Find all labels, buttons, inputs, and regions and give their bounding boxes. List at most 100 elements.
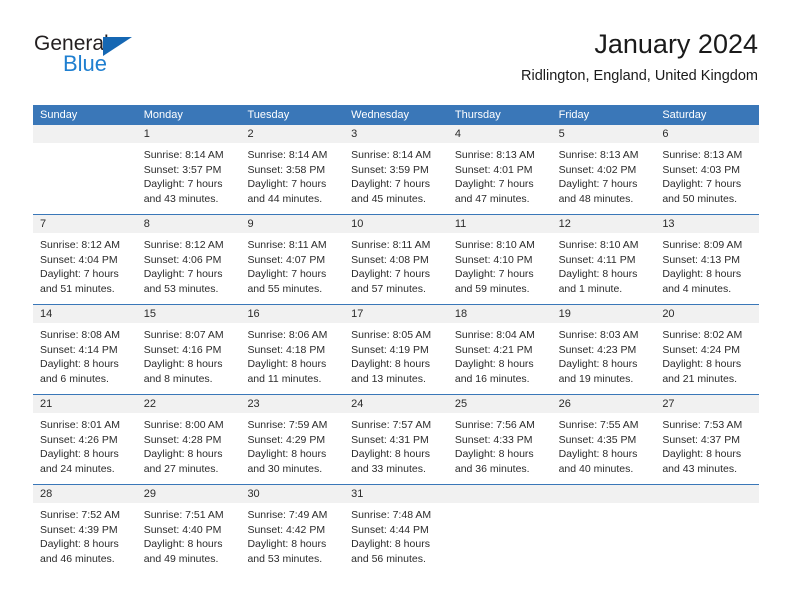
day-number-12[interactable]: 12 (552, 215, 656, 233)
day-number-28[interactable]: 28 (33, 485, 137, 503)
day-number-22[interactable]: 22 (137, 395, 241, 413)
sunset-text: Sunset: 3:58 PM (247, 163, 326, 176)
day-number-25[interactable]: 25 (448, 395, 552, 413)
daylight-text-cont: and 11 minutes. (247, 372, 322, 385)
day-cell-30[interactable]: Sunrise: 7:49 AM Sunset: 4:42 PM Daylight:… (240, 503, 344, 574)
daylight-text-cont: and 43 minutes. (662, 462, 738, 475)
general-blue-logo[interactable]: General Blue (34, 32, 234, 88)
sunset-text: Sunset: 4:33 PM (454, 433, 533, 446)
day-cell-6[interactable]: Sunrise: 8:13 AM Sunset: 4:03 PM Daylight:… (655, 143, 759, 214)
day-number-30[interactable]: 30 (240, 485, 344, 503)
day-cell-27[interactable]: Sunrise: 7:53 AM Sunset: 4:37 PM Daylight:… (655, 413, 759, 484)
day-cell-21[interactable]: Sunrise: 8:01 AM Sunset: 4:26 PM Daylight:… (33, 413, 137, 484)
day-number-6[interactable]: 6 (655, 125, 759, 143)
calendar-week-row: 14 15 16 17 18 19 20 Sunrise: 8:08 AM Sunset: 4:… (33, 304, 759, 394)
day-cell-14[interactable]: Sunrise: 8:08 AM Sunset: 4:14 PM Daylight:… (33, 323, 137, 394)
day-number-19[interactable]: 19 (552, 305, 656, 323)
day-number-18[interactable]: 18 (448, 305, 552, 323)
sunrise-text: Sunrise: 7:57 AM (351, 419, 432, 431)
day-number-1[interactable]: 1 (137, 125, 241, 143)
day-cell-3[interactable]: Sunrise: 8:14 AM Sunset: 3:59 PM Daylight:… (344, 143, 448, 214)
daylight-text-cont: and 40 minutes. (558, 462, 634, 475)
day-number-27[interactable]: 27 (655, 395, 759, 413)
day-cell-24[interactable]: Sunrise: 7:57 AM Sunset: 4:31 PM Daylight:… (344, 413, 448, 484)
day-cell-20[interactable]: Sunrise: 8:02 AM Sunset: 4:24 PM Daylight:… (655, 323, 759, 394)
day-cell-29[interactable]: Sunrise: 7:51 AM Sunset: 4:40 PM Daylight:… (137, 503, 241, 574)
day-number-31[interactable]: 31 (344, 485, 448, 503)
calendar-weeks: 1 2 3 4 5 6 Sunrise: 8:14 AM Sunset: 3:57 PM Day… (33, 125, 759, 574)
day-number-11[interactable]: 11 (448, 215, 552, 233)
calendar-week-row: 28 29 30 31 Sunrise: 7:52 AM Sunset: 4:39 PM D… (33, 484, 759, 574)
day-number-3[interactable]: 3 (344, 125, 448, 143)
day-number-2[interactable]: 2 (240, 125, 344, 143)
day-cell-16[interactable]: Sunrise: 8:06 AM Sunset: 4:18 PM Daylight:… (240, 323, 344, 394)
day-number-7[interactable]: 7 (33, 215, 137, 233)
sunrise-text: Sunrise: 8:10 AM (558, 239, 639, 251)
day-cell-18[interactable]: Sunrise: 8:04 AM Sunset: 4:21 PM Daylight:… (448, 323, 552, 394)
day-cell-19[interactable]: Sunrise: 8:03 AM Sunset: 4:23 PM Daylight:… (552, 323, 656, 394)
daylight-text-cont: and 44 minutes. (247, 192, 323, 205)
week-daynumber-row: 14 15 16 17 18 19 20 (33, 305, 759, 323)
sunset-text: Sunset: 4:28 PM (143, 433, 222, 446)
day-number-26[interactable]: 26 (552, 395, 656, 413)
day-number-23[interactable]: 23 (240, 395, 344, 413)
daylight-text-cont: and 53 minutes. (143, 282, 219, 295)
day-number-15[interactable]: 15 (137, 305, 241, 323)
day-number-14[interactable]: 14 (33, 305, 137, 323)
day-cell-1[interactable]: Sunrise: 8:14 AM Sunset: 3:57 PM Daylight:… (137, 143, 241, 214)
day-cell-22[interactable]: Sunrise: 8:00 AM Sunset: 4:28 PM Daylight:… (137, 413, 241, 484)
day-number-4[interactable]: 4 (448, 125, 552, 143)
sunset-text: Sunset: 4:02 PM (558, 163, 637, 176)
day-cell-15[interactable]: Sunrise: 8:07 AM Sunset: 4:16 PM Daylight:… (137, 323, 241, 394)
week-detail-row: Sunrise: 7:52 AM Sunset: 4:39 PM Daylight:… (33, 503, 759, 574)
sunset-text: Sunset: 4:44 PM (351, 523, 429, 536)
sunset-text: Sunset: 4:37 PM (662, 433, 740, 446)
day-number-8[interactable]: 8 (137, 215, 241, 233)
calendar-week-row: 1 2 3 4 5 6 Sunrise: 8:14 AM Sunset: 3:57 PM Day… (33, 125, 759, 214)
daylight-text-cont: and 16 minutes. (454, 372, 530, 385)
sunrise-text: Sunrise: 8:05 AM (351, 329, 432, 341)
day-number-5[interactable]: 5 (552, 125, 656, 143)
sunrise-text: Sunrise: 8:13 AM (662, 149, 743, 161)
day-number-21[interactable]: 21 (33, 395, 137, 413)
day-cell-4[interactable]: Sunrise: 8:13 AM Sunset: 4:01 PM Daylight:… (448, 143, 552, 214)
day-number-9[interactable]: 9 (240, 215, 344, 233)
day-cell-10[interactable]: Sunrise: 8:11 AM Sunset: 4:08 PM Daylight:… (344, 233, 448, 304)
daylight-text: Daylight: 8 hours (558, 358, 638, 371)
day-cell-11[interactable]: Sunrise: 8:10 AM Sunset: 4:10 PM Daylight:… (448, 233, 552, 304)
day-cell-13[interactable]: Sunrise: 8:09 AM Sunset: 4:13 PM Daylight:… (655, 233, 759, 304)
calendar-grid: Sunday Monday Tuesday Wednesday Thursday Frid… (33, 105, 759, 574)
day-cell-17[interactable]: Sunrise: 8:05 AM Sunset: 4:19 PM Daylight:… (344, 323, 448, 394)
sunrise-text: Sunrise: 7:48 AM (351, 509, 432, 521)
sunrise-text: Sunrise: 8:03 AM (558, 329, 639, 341)
day-cell-31[interactable]: Sunrise: 7:48 AM Sunset: 4:44 PM Daylight:… (344, 503, 448, 574)
day-cell-26[interactable]: Sunrise: 7:55 AM Sunset: 4:35 PM Daylight:… (552, 413, 656, 484)
day-cell-25[interactable]: Sunrise: 7:56 AM Sunset: 4:33 PM Daylight:… (448, 413, 552, 484)
sunrise-text: Sunrise: 8:00 AM (143, 419, 224, 431)
daylight-text: Daylight: 8 hours (454, 358, 534, 371)
day-number-24[interactable]: 24 (344, 395, 448, 413)
day-number-16[interactable]: 16 (240, 305, 344, 323)
day-number-10[interactable]: 10 (344, 215, 448, 233)
daylight-text-cont: and 53 minutes. (247, 552, 323, 565)
day-number-29[interactable]: 29 (137, 485, 241, 503)
daylight-text: Daylight: 8 hours (351, 358, 430, 371)
daylight-text-cont: and 13 minutes. (351, 372, 426, 385)
sunset-text: Sunset: 4:39 PM (40, 523, 118, 536)
day-number-17[interactable]: 17 (344, 305, 448, 323)
day-number-13[interactable]: 13 (655, 215, 759, 233)
day-cell-28[interactable]: Sunrise: 7:52 AM Sunset: 4:39 PM Daylight:… (33, 503, 137, 574)
day-cell-7[interactable]: Sunrise: 8:12 AM Sunset: 4:04 PM Daylight:… (33, 233, 137, 304)
sunrise-text: Sunrise: 8:11 AM (247, 239, 327, 251)
day-cell-5[interactable]: Sunrise: 8:13 AM Sunset: 4:02 PM Daylight:… (552, 143, 656, 214)
day-cell-12[interactable]: Sunrise: 8:10 AM Sunset: 4:11 PM Daylight:… (552, 233, 656, 304)
weekday-header-tuesday: Tuesday (247, 109, 290, 121)
day-number-20[interactable]: 20 (655, 305, 759, 323)
day-cell-9[interactable]: Sunrise: 8:11 AM Sunset: 4:07 PM Daylight:… (240, 233, 344, 304)
daylight-text: Daylight: 7 hours (40, 268, 119, 281)
day-cell-2[interactable]: Sunrise: 8:14 AM Sunset: 3:58 PM Daylight:… (240, 143, 344, 214)
day-cell-8[interactable]: Sunrise: 8:12 AM Sunset: 4:06 PM Daylight:… (137, 233, 241, 304)
day-cell-23[interactable]: Sunrise: 7:59 AM Sunset: 4:29 PM Daylight:… (240, 413, 344, 484)
daylight-text: Daylight: 8 hours (247, 358, 327, 371)
daylight-text: Daylight: 7 hours (351, 268, 430, 281)
